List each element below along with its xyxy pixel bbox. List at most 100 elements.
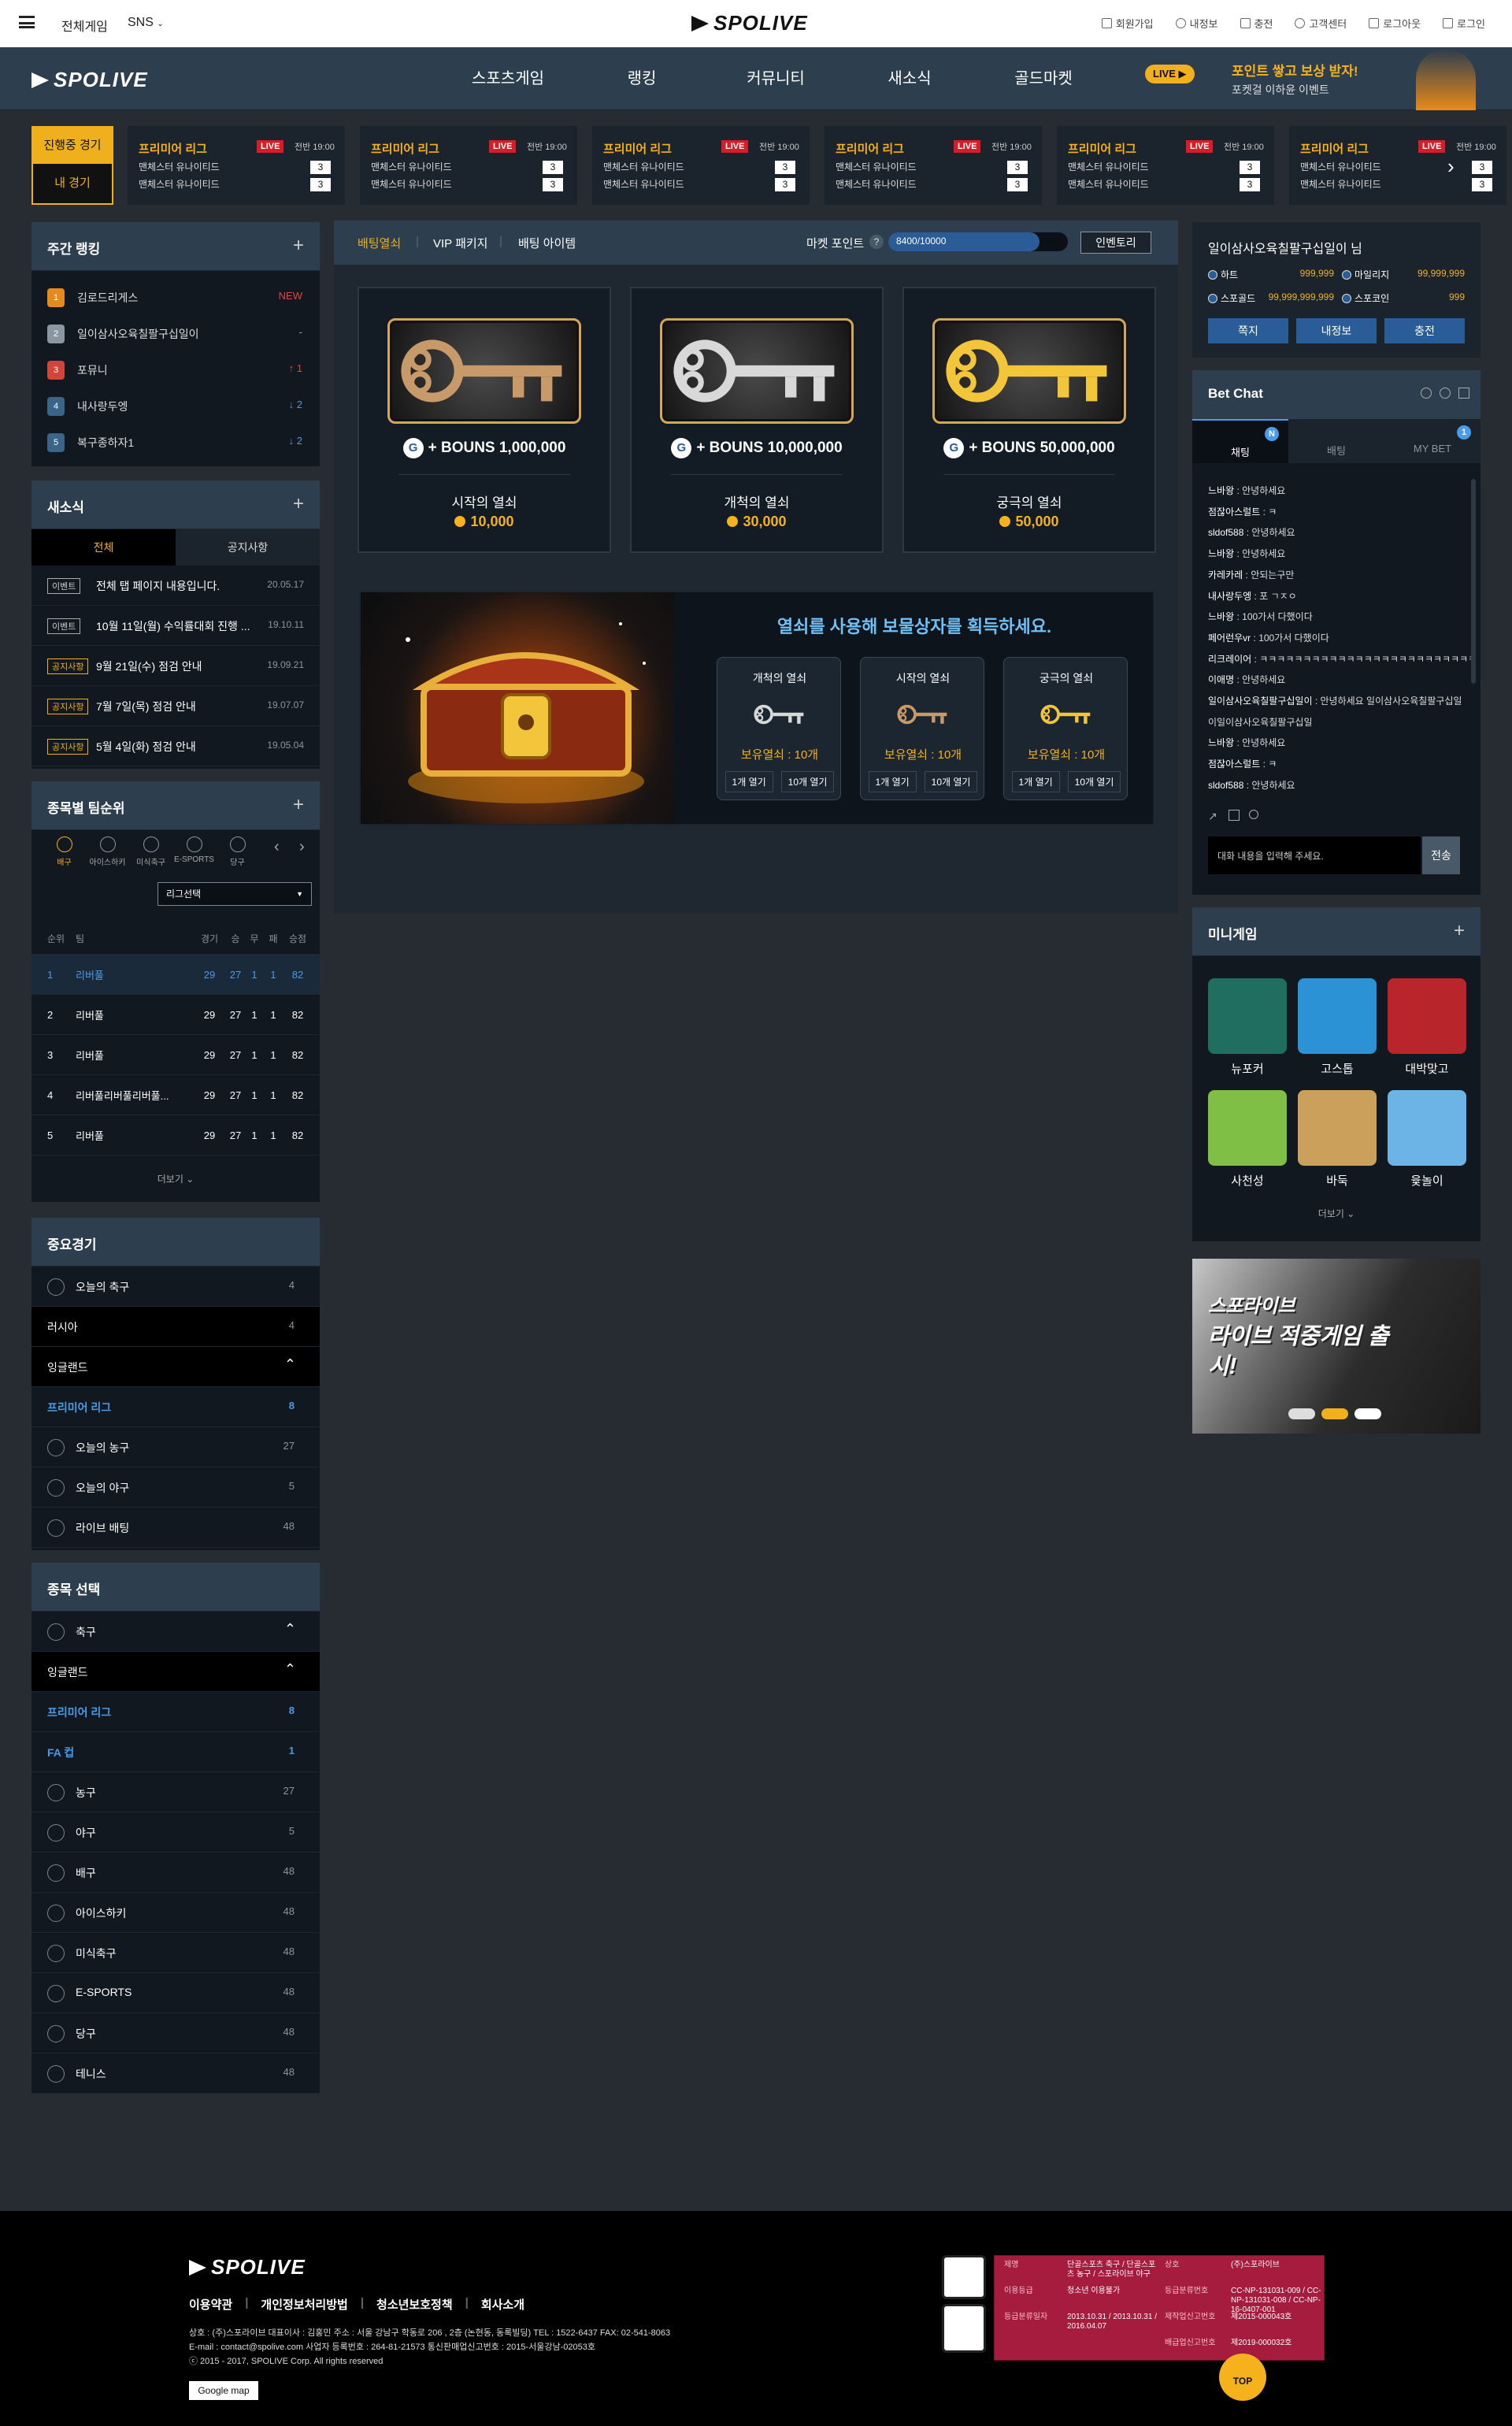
news-item[interactable]: 이벤트 전체 탭 페이지 내용입니다. 20.05.17: [32, 566, 320, 606]
message-button[interactable]: 쪽지: [1208, 318, 1288, 343]
key-card[interactable]: G + BOUNS 10,000,000 개척의 열쇠 30,000: [630, 287, 884, 553]
list-item[interactable]: 농구 27: [32, 1772, 320, 1812]
news-item[interactable]: 공지사항 5월 4일(화) 점검 안내 19.05.04: [32, 726, 320, 766]
chat-scrollbar[interactable]: [1471, 479, 1476, 684]
support-link[interactable]: 고객센터: [1295, 16, 1347, 31]
open-ten-button[interactable]: 10개 열기: [780, 771, 835, 792]
chevron-left-icon[interactable]: ‹: [274, 838, 280, 856]
sport-tab[interactable]: 당구: [216, 830, 259, 877]
user-icon[interactable]: [1249, 810, 1258, 819]
table-row[interactable]: 1 리버풀 29 27 1 1 82: [32, 955, 320, 995]
tab-vip-package[interactable]: VIP 패키지: [433, 235, 487, 251]
carousel-dot[interactable]: [1354, 1408, 1381, 1419]
tab-notice[interactable]: 공지사항: [176, 529, 320, 566]
table-row[interactable]: 2 리버풀 29 27 1 1 82: [32, 995, 320, 1035]
company-link[interactable]: 회사소개: [481, 2296, 524, 2313]
hamburger-menu-icon[interactable]: [19, 16, 35, 28]
more-button[interactable]: 더보기 ⌄: [32, 1156, 320, 1203]
ranking-item[interactable]: 5 복구종하자1 ↓ 2: [32, 424, 320, 460]
chevron-up-icon[interactable]: ⌃: [284, 1621, 296, 1638]
nav-item-sports[interactable]: 스포츠게임: [441, 47, 575, 110]
tab-all[interactable]: 전체: [32, 529, 176, 566]
nav-item-gold-market[interactable]: 골드마켓: [976, 47, 1110, 110]
key-card[interactable]: G + BOUNS 50,000,000 궁극의 열쇠 50,000: [902, 287, 1156, 553]
news-item[interactable]: 공지사항 7월 7일(목) 점검 안내 19.07.07: [32, 686, 320, 726]
sport-tab[interactable]: E-SPORTS: [172, 830, 216, 877]
match-card[interactable]: 프리미어 리그 LIVE 전반 19:00 맨체스터 유나이티드 3 맨체스터 유나이티드…: [592, 126, 810, 205]
list-item[interactable]: FA 컵 1: [32, 1732, 320, 1772]
plus-icon[interactable]: +: [1454, 920, 1465, 942]
open-one-button[interactable]: 1개 열기: [724, 771, 773, 792]
terms-link[interactable]: 이용약관: [189, 2296, 232, 2313]
minigame-item[interactable]: 윷놀이: [1388, 1090, 1466, 1193]
chevron-right-icon[interactable]: ›: [299, 838, 305, 856]
news-item[interactable]: 이벤트 10월 11일(월) 수익률대회 진행 ... 19.10.11: [32, 606, 320, 646]
nav-item-community[interactable]: 커뮤니티: [709, 47, 843, 110]
refresh-icon[interactable]: [1440, 388, 1451, 399]
youth-policy-link[interactable]: 청소년보호정책: [376, 2296, 453, 2313]
list-item[interactable]: 오늘의 농구 27: [32, 1427, 320, 1467]
ranking-item[interactable]: 4 내사랑두엥 ↓ 2: [32, 388, 320, 424]
list-item[interactable]: 오늘의 야구 5: [32, 1467, 320, 1508]
myinfo-link[interactable]: 내정보: [1175, 16, 1218, 31]
tab-chat[interactable]: 채팅 N: [1192, 419, 1288, 463]
list-item[interactable]: 미식축구 48: [32, 1933, 320, 1973]
list-item[interactable]: 프리미어 리그 8: [32, 1692, 320, 1732]
list-item[interactable]: 라이브 배팅 48: [32, 1508, 320, 1548]
sport-tab[interactable]: 배구: [43, 830, 86, 877]
logo[interactable]: SPOLIVE: [691, 11, 808, 35]
logout-link[interactable]: 로그아웃: [1369, 16, 1421, 31]
signup-link[interactable]: 회원가입: [1101, 16, 1154, 31]
list-item[interactable]: 잉글랜드 ⌃: [32, 1652, 320, 1692]
ranking-item[interactable]: 3 포뮤니 ↑ 1: [32, 351, 320, 388]
table-row[interactable]: 5 리버풀 29 27 1 1 82: [32, 1115, 320, 1156]
key-card[interactable]: G + BOUNS 1,000,000 시작의 열쇠 10,000: [358, 287, 611, 553]
table-row[interactable]: 4 리버풀리버풀리버풀... 29 27 1 1 82: [32, 1075, 320, 1115]
open-ten-button[interactable]: 10개 열기: [1067, 771, 1121, 792]
open-one-button[interactable]: 1개 열기: [1011, 771, 1060, 792]
list-item[interactable]: 러시아 4: [32, 1307, 320, 1347]
google-map-button[interactable]: Google map: [189, 2381, 258, 2400]
more-button[interactable]: 더보기 ⌄: [1192, 1207, 1480, 1220]
chevron-up-icon[interactable]: ⌃: [284, 1661, 296, 1678]
list-item[interactable]: 야구 5: [32, 1812, 320, 1853]
tab-betting-keys[interactable]: 배팅열쇠: [358, 235, 401, 251]
minigame-item[interactable]: 사천성: [1208, 1090, 1287, 1193]
sns-dropdown[interactable]: SNS ⌄: [128, 16, 164, 30]
match-card[interactable]: 프리미어 리그 LIVE 전반 19:00 맨체스터 유나이티드 3 맨체스터 유나이티드…: [128, 126, 345, 205]
info-icon[interactable]: [1421, 388, 1432, 399]
chat-input[interactable]: 대화 내용을 입력해 주세요.: [1208, 836, 1421, 874]
match-card[interactable]: 프리미어 리그 LIVE 전반 19:00 맨체스터 유나이티드 3 맨체스터 유나이티드…: [825, 126, 1042, 205]
promo-banner[interactable]: LIVE ▶ 포인트 쌓고 보상 받자! 포켓걸 이하윤 이벤트: [1145, 47, 1476, 110]
list-item[interactable]: 축구 ⌃: [32, 1612, 320, 1652]
ranking-item[interactable]: 2 일이삼사오육칠팔구십일이 -: [32, 315, 320, 351]
list-item[interactable]: 테니스 48: [32, 2053, 320, 2094]
minigame-item[interactable]: 바둑: [1298, 1090, 1377, 1193]
list-item[interactable]: E-SPORTS 48: [32, 1973, 320, 2013]
nav-item-news[interactable]: 새소식: [843, 47, 976, 110]
tab-my-bet[interactable]: MY BET 1: [1384, 419, 1480, 463]
list-item[interactable]: 프리미어 리그 8: [32, 1387, 320, 1427]
tab-live-games[interactable]: 진행중 경기: [33, 128, 112, 164]
match-card[interactable]: 프리미어 리그 LIVE 전반 19:00 맨체스터 유나이티드 3 맨체스터 유나이티드…: [1057, 126, 1274, 205]
list-item[interactable]: 오늘의 축구 4: [32, 1267, 320, 1307]
news-item[interactable]: 공지사항 9월 21일(수) 점검 안내 19.09.21: [32, 646, 320, 686]
chevron-right-icon[interactable]: ›: [1447, 154, 1455, 179]
minigame-item[interactable]: 대박맞고: [1388, 978, 1466, 1081]
privacy-link[interactable]: 개인정보처리방법: [261, 2296, 347, 2313]
promo-ad-banner[interactable]: 스포라이브 라이브 적중게임 출시!: [1192, 1259, 1480, 1434]
nav-logo[interactable]: SPOLIVE: [32, 68, 148, 92]
charge-link[interactable]: 충전: [1240, 16, 1273, 31]
tab-my-games[interactable]: 내 경기: [33, 164, 112, 203]
grid-icon[interactable]: [1228, 810, 1240, 821]
tab-betting[interactable]: 배팅: [1288, 419, 1384, 463]
expand-icon[interactable]: [1458, 388, 1469, 399]
sport-tab[interactable]: 아이스하키: [86, 830, 129, 877]
list-item[interactable]: 잉글랜드 ⌃: [32, 1347, 320, 1387]
help-icon[interactable]: ?: [869, 235, 884, 249]
table-row[interactable]: 3 리버풀 29 27 1 1 82: [32, 1035, 320, 1075]
send-button[interactable]: 전송: [1422, 836, 1460, 874]
list-item[interactable]: 아이스하키 48: [32, 1893, 320, 1933]
share-icon[interactable]: ↗: [1208, 810, 1217, 823]
plus-icon[interactable]: +: [293, 235, 304, 257]
